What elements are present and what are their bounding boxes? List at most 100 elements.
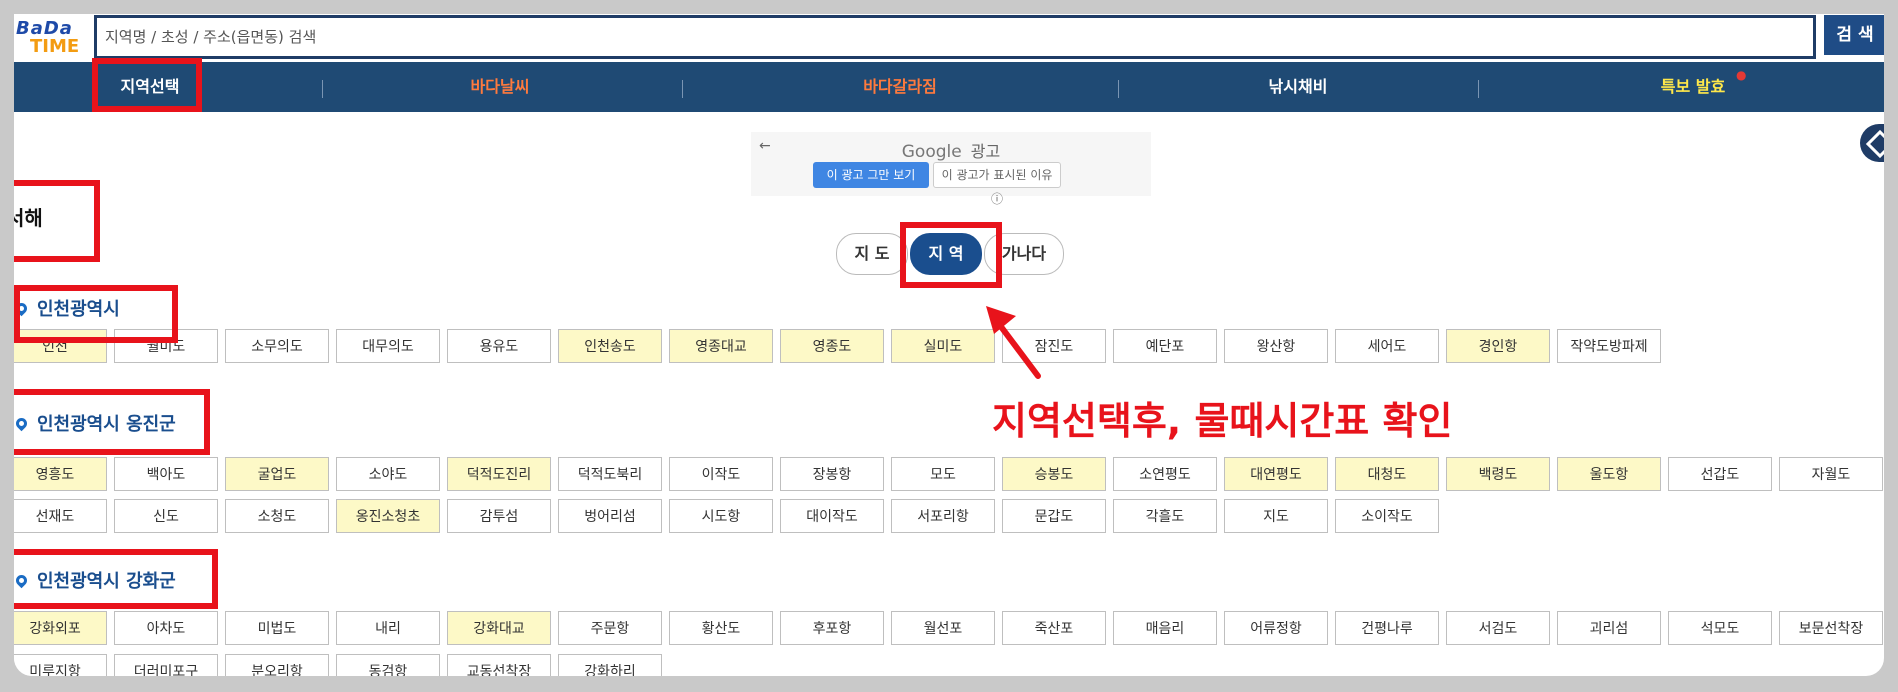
site-logo[interactable]: BaDa TIME [16,18,88,58]
nav-divider [1478,80,1479,98]
location-chip[interactable]: 인천송도 [558,329,662,363]
location-chip[interactable]: 소무의도 [225,329,329,363]
location-chip[interactable]: 예단포 [1113,329,1217,363]
page: BaDa TIME 검 색 지역선택 바다날씨 바다갈라짐 낚시채비 특보 발효… [14,14,1884,676]
location-chip[interactable]: 소연평도 [1113,457,1217,491]
location-chip[interactable]: 월선포 [891,611,995,645]
search-box [94,15,1816,59]
location-chip[interactable]: 울도항 [1557,457,1661,491]
location-chip[interactable]: 더러미포구 [114,654,218,676]
location-chip[interactable]: 지도 [1224,499,1328,533]
nav-sea-weather[interactable]: 바다날씨 [445,62,555,112]
location-chip[interactable]: 자월도 [1779,457,1883,491]
location-chip[interactable]: 승봉도 [1002,457,1106,491]
location-chip[interactable]: 굴업도 [225,457,329,491]
location-chip[interactable]: 실미도 [891,329,995,363]
location-chip[interactable]: 교동선착장 [447,654,551,676]
location-chip[interactable]: 어류정항 [1224,611,1328,645]
annotation-text: 지역선택후, 물때시간표 확인 [992,399,1453,443]
nav-special-warning[interactable]: 특보 발효 ● [1638,62,1748,112]
location-chip[interactable]: 영종도 [780,329,884,363]
location-chip[interactable]: 강화대교 [447,611,551,645]
location-chip[interactable]: 덕적도진리 [447,457,551,491]
nav-sea-parting[interactable]: 바다갈라짐 [840,62,960,112]
annotation-box-nav [92,58,202,112]
location-chip[interactable]: 주문항 [558,611,662,645]
location-chip[interactable]: 분오리항 [225,654,329,676]
location-chip[interactable]: 소이작도 [1335,499,1439,533]
location-chip[interactable]: 왕산항 [1224,329,1328,363]
logo-line2: TIME [30,36,80,57]
location-chip[interactable]: 영종대교 [669,329,773,363]
location-chip[interactable]: 대연평도 [1224,457,1328,491]
location-chip[interactable]: 후포항 [780,611,884,645]
location-chip[interactable]: 미법도 [225,611,329,645]
location-chip[interactable]: 황산도 [669,611,773,645]
location-chip[interactable]: 용유도 [447,329,551,363]
top-bar: BaDa TIME 검 색 [14,14,1884,62]
location-chip[interactable]: 장봉항 [780,457,884,491]
annotation-arrow-icon [986,306,1041,379]
nav-special-warning-label: 특보 발효 [1660,77,1726,96]
location-chip[interactable]: 서포리항 [891,499,995,533]
nav-divider [1118,80,1119,98]
location-chip[interactable]: 모도 [891,457,995,491]
location-chip[interactable]: 동검항 [336,654,440,676]
location-chip[interactable]: 대이작도 [780,499,884,533]
location-chip[interactable]: 경인항 [1446,329,1550,363]
nav-divider [682,80,683,98]
location-chip[interactable]: 영흥도 [14,457,107,491]
annotation-box-section-ongjin [14,389,210,455]
ad-header: Google 광고 [751,138,1151,162]
location-chip[interactable]: 매음리 [1113,611,1217,645]
location-chip[interactable]: 미루지항 [14,654,107,676]
window-frame: BaDa TIME 검 색 지역선택 바다날씨 바다갈라짐 낚시채비 특보 발효… [0,0,1898,692]
location-chip[interactable]: 죽산포 [1002,611,1106,645]
location-chip[interactable]: 선재도 [14,499,107,533]
annotation-box-section-ganghwa [14,549,218,609]
location-chip[interactable]: 대청도 [1335,457,1439,491]
location-chip[interactable]: 괴리섬 [1557,611,1661,645]
ad-stop-button[interactable]: 이 광고 그만 보기 [813,162,929,188]
diamond-icon [1865,129,1884,159]
annotation-box-region-title [14,180,100,262]
location-chip[interactable]: 석모도 [1668,611,1772,645]
search-button[interactable]: 검 색 [1824,15,1884,55]
location-chip[interactable]: 시도항 [669,499,773,533]
location-chip[interactable]: 서검도 [1446,611,1550,645]
location-chip[interactable]: 선갑도 [1668,457,1772,491]
location-chip[interactable]: 옹진소청초 [336,499,440,533]
ad-label: 광고 [970,142,1001,161]
location-chip[interactable]: 작약도방파제 [1557,329,1661,363]
tab-map[interactable]: 지 도 [836,233,908,275]
side-widget-button[interactable] [1860,124,1884,162]
location-chip[interactable]: 백령도 [1446,457,1550,491]
location-chip[interactable]: 강화외포 [14,611,107,645]
location-chip[interactable]: 소야도 [336,457,440,491]
location-chip[interactable]: 이작도 [669,457,773,491]
location-chip[interactable]: 감투섬 [447,499,551,533]
annotation-box-section-incheon [14,285,178,343]
location-chip[interactable]: 신도 [114,499,218,533]
location-chip[interactable]: 문갑도 [1002,499,1106,533]
location-chip[interactable]: 대무의도 [336,329,440,363]
location-chip[interactable]: 보문선착장 [1779,611,1883,645]
location-chip[interactable]: 소청도 [225,499,329,533]
ad-why-button[interactable]: 이 광고가 표시된 이유 ⓘ [933,162,1061,206]
nav-divider [322,80,323,98]
location-chip[interactable]: 내리 [336,611,440,645]
search-input[interactable] [97,18,1805,56]
location-chip[interactable]: 아차도 [114,611,218,645]
annotation-box-region-tab [900,222,1002,288]
location-chip[interactable]: 각흘도 [1113,499,1217,533]
location-chip[interactable]: 강화하리 [558,654,662,676]
location-chip[interactable]: 세어도 [1335,329,1439,363]
location-chip[interactable]: 벙어리섬 [558,499,662,533]
ad-brand: Google [901,142,962,162]
location-chip[interactable]: 건평나루 [1335,611,1439,645]
location-chip[interactable]: 백아도 [114,457,218,491]
nav-fishing-tackle[interactable]: 낚시채비 [1243,62,1353,112]
alert-dot-icon: ● [1736,68,1747,82]
google-ad: ← Google 광고 이 광고 그만 보기 이 광고가 표시된 이유 ⓘ [751,132,1151,206]
location-chip[interactable]: 덕적도북리 [558,457,662,491]
